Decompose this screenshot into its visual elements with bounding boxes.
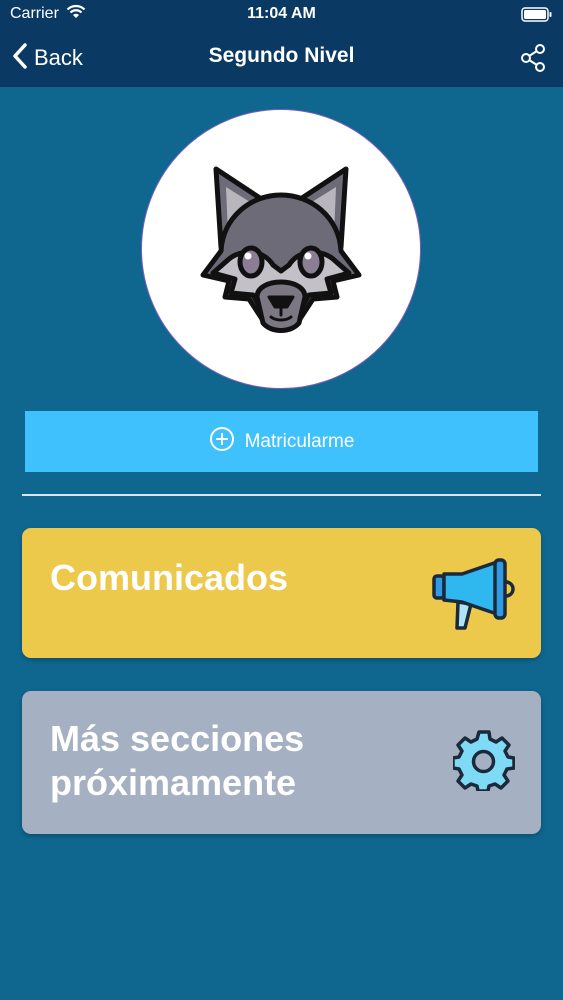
megaphone-icon xyxy=(431,558,517,639)
more-sections-title: Más secciones próximamente xyxy=(50,717,304,805)
share-button[interactable] xyxy=(519,43,547,78)
comunicados-card[interactable]: Comunicados xyxy=(22,528,541,658)
status-time: 11:04 AM xyxy=(247,5,316,22)
battery-icon xyxy=(521,7,553,28)
nav-bar: Back Segundo Nivel xyxy=(0,30,563,87)
enroll-label: Matricularme xyxy=(244,430,355,452)
divider xyxy=(22,494,541,496)
more-sections-title-line1: Más secciones xyxy=(50,718,305,759)
avatar xyxy=(141,109,421,389)
comunicados-title: Comunicados xyxy=(50,557,289,598)
page-title: Segundo Nivel xyxy=(208,44,355,67)
status-bar: Carrier 11:04 AM xyxy=(0,0,563,30)
more-sections-card[interactable]: Más secciones próximamente xyxy=(22,691,541,834)
gear-icon xyxy=(451,729,516,796)
plus-circle-icon xyxy=(209,426,235,457)
enroll-button[interactable]: Matricularme xyxy=(25,411,538,472)
wolf-icon xyxy=(181,147,381,352)
share-icon xyxy=(519,44,547,77)
more-sections-title-line2: próximamente xyxy=(50,762,297,803)
